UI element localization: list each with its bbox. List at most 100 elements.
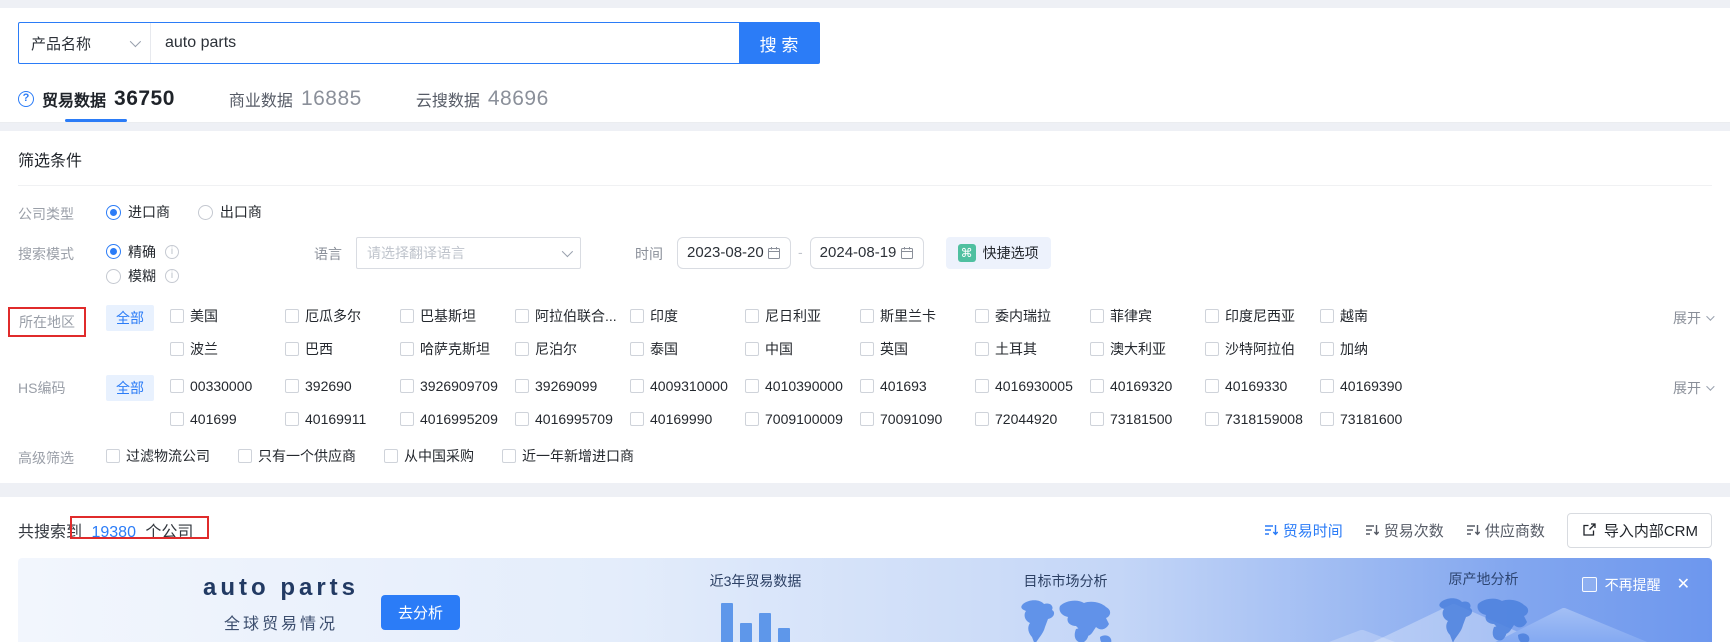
import-crm-button[interactable]: 导入内部CRM — [1566, 512, 1712, 548]
region-checkbox-item[interactable]: 委内瑞拉 — [975, 305, 1090, 327]
checkbox-icon[interactable] — [975, 308, 989, 323]
checkbox-icon[interactable] — [170, 411, 184, 426]
checkbox-icon[interactable] — [285, 341, 299, 356]
radio-exact[interactable]: 精确 — [106, 241, 179, 263]
region-expand-link[interactable]: 展开 — [1673, 307, 1715, 329]
hs-checkbox-item[interactable]: 4016930005 — [975, 375, 1090, 397]
sort-trade-time[interactable]: 贸易时间 — [1264, 520, 1343, 541]
checkbox-icon[interactable] — [1090, 308, 1104, 323]
search-category-select[interactable]: 产品名称 — [19, 23, 151, 63]
region-checkbox-item[interactable]: 厄瓜多尔 — [285, 305, 400, 327]
checkbox-icon[interactable] — [860, 411, 874, 426]
checkbox-icon[interactable] — [860, 308, 874, 323]
region-checkbox-item[interactable]: 中国 — [745, 338, 860, 360]
checkbox-icon[interactable] — [285, 378, 299, 393]
radio-icon[interactable] — [106, 268, 121, 284]
checkbox-icon[interactable] — [975, 411, 989, 426]
checkbox-icon[interactable] — [106, 448, 120, 463]
date-start-input[interactable]: 2023-08-20 — [677, 236, 791, 269]
region-checkbox-item[interactable]: 越南 — [1320, 305, 1712, 327]
checkbox-icon[interactable] — [515, 378, 529, 393]
advanced-checkbox-item[interactable]: 近一年新增进口商 — [502, 445, 634, 467]
hs-checkbox-item[interactable]: 39269099 — [515, 375, 630, 397]
checkbox-icon[interactable] — [975, 378, 989, 393]
hs-checkbox-item[interactable]: 401699 — [170, 408, 285, 430]
checkbox-icon[interactable] — [515, 308, 529, 323]
search-input[interactable]: auto parts — [151, 23, 739, 63]
region-checkbox-item[interactable]: 哈萨克斯坦 — [400, 338, 515, 360]
checkbox-icon[interactable] — [745, 411, 759, 426]
hs-checkbox-item[interactable]: 4009310000 — [630, 375, 745, 397]
sort-supplier-count[interactable]: 供应商数 — [1466, 520, 1545, 541]
hs-all-chip[interactable]: 全部 — [106, 374, 154, 401]
dismiss-checkbox[interactable] — [1581, 577, 1597, 592]
checkbox-icon[interactable] — [400, 341, 414, 356]
region-checkbox-item[interactable]: 印度 — [630, 305, 745, 327]
hs-checkbox-item[interactable]: 401693 — [860, 375, 975, 397]
advanced-checkbox-item[interactable]: 从中国采购 — [384, 445, 474, 467]
checkbox-icon[interactable] — [1205, 378, 1219, 393]
region-checkbox-item[interactable]: 波兰 — [170, 338, 285, 360]
advanced-checkbox-item[interactable]: 过滤物流公司 — [106, 445, 210, 467]
checkbox-icon[interactable] — [1205, 411, 1219, 426]
hs-checkbox-item[interactable]: 70091090 — [860, 408, 975, 430]
checkbox-icon[interactable] — [1320, 341, 1334, 356]
hs-expand-link[interactable]: 展开 — [1673, 377, 1715, 399]
region-checkbox-item[interactable]: 巴基斯坦 — [400, 305, 515, 327]
checkbox-icon[interactable] — [745, 308, 759, 323]
region-checkbox-item[interactable]: 斯里兰卡 — [860, 305, 975, 327]
checkbox-icon[interactable] — [1090, 341, 1104, 356]
checkbox-icon[interactable] — [1320, 411, 1334, 426]
checkbox-icon[interactable] — [630, 308, 644, 323]
region-checkbox-item[interactable]: 土耳其 — [975, 338, 1090, 360]
checkbox-icon[interactable] — [170, 308, 184, 323]
checkbox-icon[interactable] — [515, 341, 529, 356]
analyze-button[interactable]: 去分析 — [381, 594, 461, 630]
checkbox-icon[interactable] — [1090, 378, 1104, 393]
hs-checkbox-item[interactable]: 4016995709 — [515, 408, 630, 430]
language-select[interactable]: 请选择翻译语言 — [356, 236, 581, 269]
checkbox-icon[interactable] — [1320, 378, 1334, 393]
region-all-chip[interactable]: 全部 — [106, 304, 154, 331]
quick-options-button[interactable]: ⌘ 快捷选项 — [945, 236, 1051, 269]
checkbox-icon[interactable] — [400, 411, 414, 426]
info-icon[interactable] — [165, 269, 179, 283]
checkbox-icon[interactable] — [502, 448, 516, 463]
checkbox-icon[interactable] — [1205, 308, 1219, 323]
tab-cloud-data[interactable]: 云搜数据 48696 — [416, 76, 549, 122]
hs-checkbox-item[interactable]: 40169990 — [630, 408, 745, 430]
checkbox-icon[interactable] — [170, 378, 184, 393]
checkbox-icon[interactable] — [1320, 308, 1334, 323]
checkbox-icon[interactable] — [860, 341, 874, 356]
region-checkbox-item[interactable]: 阿拉伯联合... — [515, 305, 630, 327]
region-checkbox-item[interactable]: 巴西 — [285, 338, 400, 360]
sort-trade-count[interactable]: 贸易次数 — [1365, 520, 1444, 541]
hs-checkbox-item[interactable]: 40169390 — [1320, 375, 1712, 397]
tab-business-data[interactable]: 商业数据 16885 — [229, 76, 362, 122]
date-end-input[interactable]: 2024-08-19 — [809, 236, 924, 269]
hs-checkbox-item[interactable]: 73181500 — [1090, 408, 1205, 430]
info-icon[interactable] — [165, 244, 179, 259]
region-checkbox-item[interactable]: 印度尼西亚 — [1205, 305, 1320, 327]
radio-importer[interactable]: 进口商 — [106, 201, 170, 223]
hs-checkbox-item[interactable]: 392690 — [285, 375, 400, 397]
checkbox-icon[interactable] — [238, 448, 252, 463]
checkbox-icon[interactable] — [1205, 341, 1219, 356]
search-button[interactable]: 搜 索 — [739, 23, 819, 63]
checkbox-icon[interactable] — [630, 411, 644, 426]
advanced-checkbox-item[interactable]: 只有一个供应商 — [238, 445, 356, 467]
help-icon[interactable] — [18, 91, 34, 107]
hs-checkbox-item[interactable]: 7318159008 — [1205, 408, 1320, 430]
region-checkbox-item[interactable]: 美国 — [170, 305, 285, 327]
hs-checkbox-item[interactable]: 00330000 — [170, 375, 285, 397]
region-checkbox-item[interactable]: 泰国 — [630, 338, 745, 360]
checkbox-icon[interactable] — [285, 308, 299, 323]
checkbox-icon[interactable] — [745, 341, 759, 356]
hs-checkbox-item[interactable]: 73181600 — [1320, 408, 1712, 430]
region-checkbox-item[interactable]: 加纳 — [1320, 338, 1712, 360]
region-checkbox-item[interactable]: 沙特阿拉伯 — [1205, 338, 1320, 360]
checkbox-icon[interactable] — [515, 411, 529, 426]
radio-selected-icon[interactable] — [106, 244, 121, 259]
radio-exporter[interactable]: 出口商 — [197, 201, 262, 223]
hs-checkbox-item[interactable]: 72044920 — [975, 408, 1090, 430]
